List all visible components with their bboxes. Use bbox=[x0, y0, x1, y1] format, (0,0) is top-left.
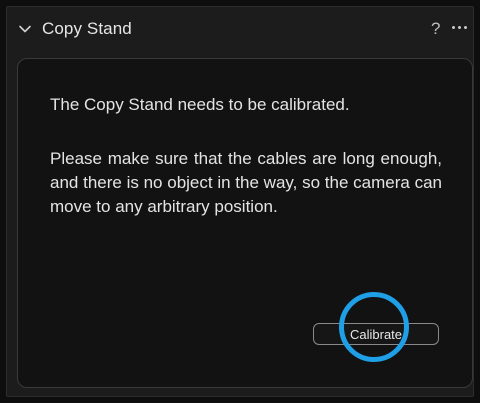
calibrate-button[interactable]: Calibrate bbox=[313, 323, 439, 345]
copy-stand-panel: Copy Stand ? The Copy Stand needs to be … bbox=[6, 6, 474, 397]
more-options-icon[interactable] bbox=[449, 17, 471, 35]
calibration-required-text: The Copy Stand needs to be calibrated. bbox=[50, 95, 350, 114]
calibration-instructions-text: Please make sure that the cables are lon… bbox=[50, 149, 442, 216]
chevron-down-icon[interactable] bbox=[18, 22, 32, 36]
panel-header: Copy Stand ? bbox=[7, 7, 473, 51]
panel-title: Copy Stand bbox=[42, 19, 132, 38]
calibration-card: The Copy Stand needs to be calibrated. P… bbox=[17, 58, 473, 388]
help-button[interactable]: ? bbox=[431, 19, 440, 39]
